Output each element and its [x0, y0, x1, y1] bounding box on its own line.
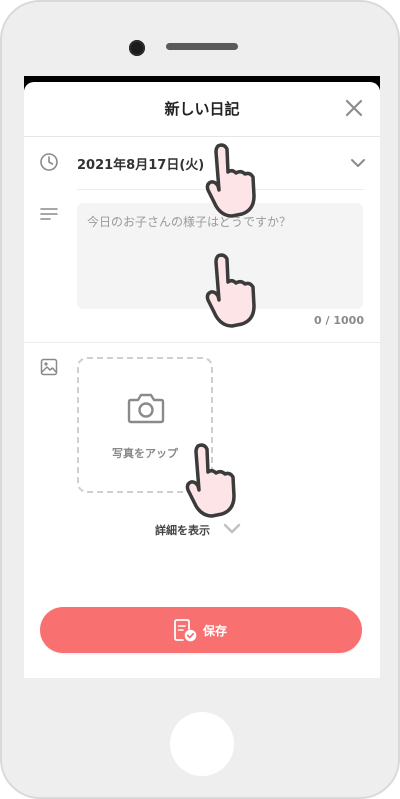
device-frame: 新しい日記 2021年8月17日(火) 0 / 1000 [0, 0, 400, 799]
chevron-down-icon[interactable] [350, 157, 366, 169]
clock-icon [40, 153, 58, 171]
image-icon [40, 358, 58, 376]
page-title: 新しい日記 [164, 100, 240, 118]
modal-header: 新しい日記 [24, 82, 380, 137]
memo-icon [40, 208, 58, 220]
save-check-icon [174, 619, 197, 642]
earpiece-speaker [166, 43, 238, 50]
pointing-hand-icon [185, 443, 236, 518]
pointing-hand-icon [205, 253, 256, 328]
camera-icon [127, 393, 165, 424]
date-value: 2021年8月17日(火) [77, 158, 205, 173]
details-label: 詳細を表示 [155, 524, 210, 537]
save-button[interactable]: 保存 [40, 607, 362, 653]
front-camera [129, 40, 145, 56]
chevron-down-icon [223, 523, 241, 534]
save-label: 保存 [203, 624, 228, 638]
character-counter: 0 / 1000 [314, 314, 364, 327]
pointing-hand-icon [205, 143, 256, 218]
home-button[interactable] [170, 712, 234, 776]
show-details-toggle[interactable]: 詳細を表示 [24, 520, 380, 540]
divider [24, 342, 380, 343]
close-icon[interactable] [342, 96, 366, 120]
